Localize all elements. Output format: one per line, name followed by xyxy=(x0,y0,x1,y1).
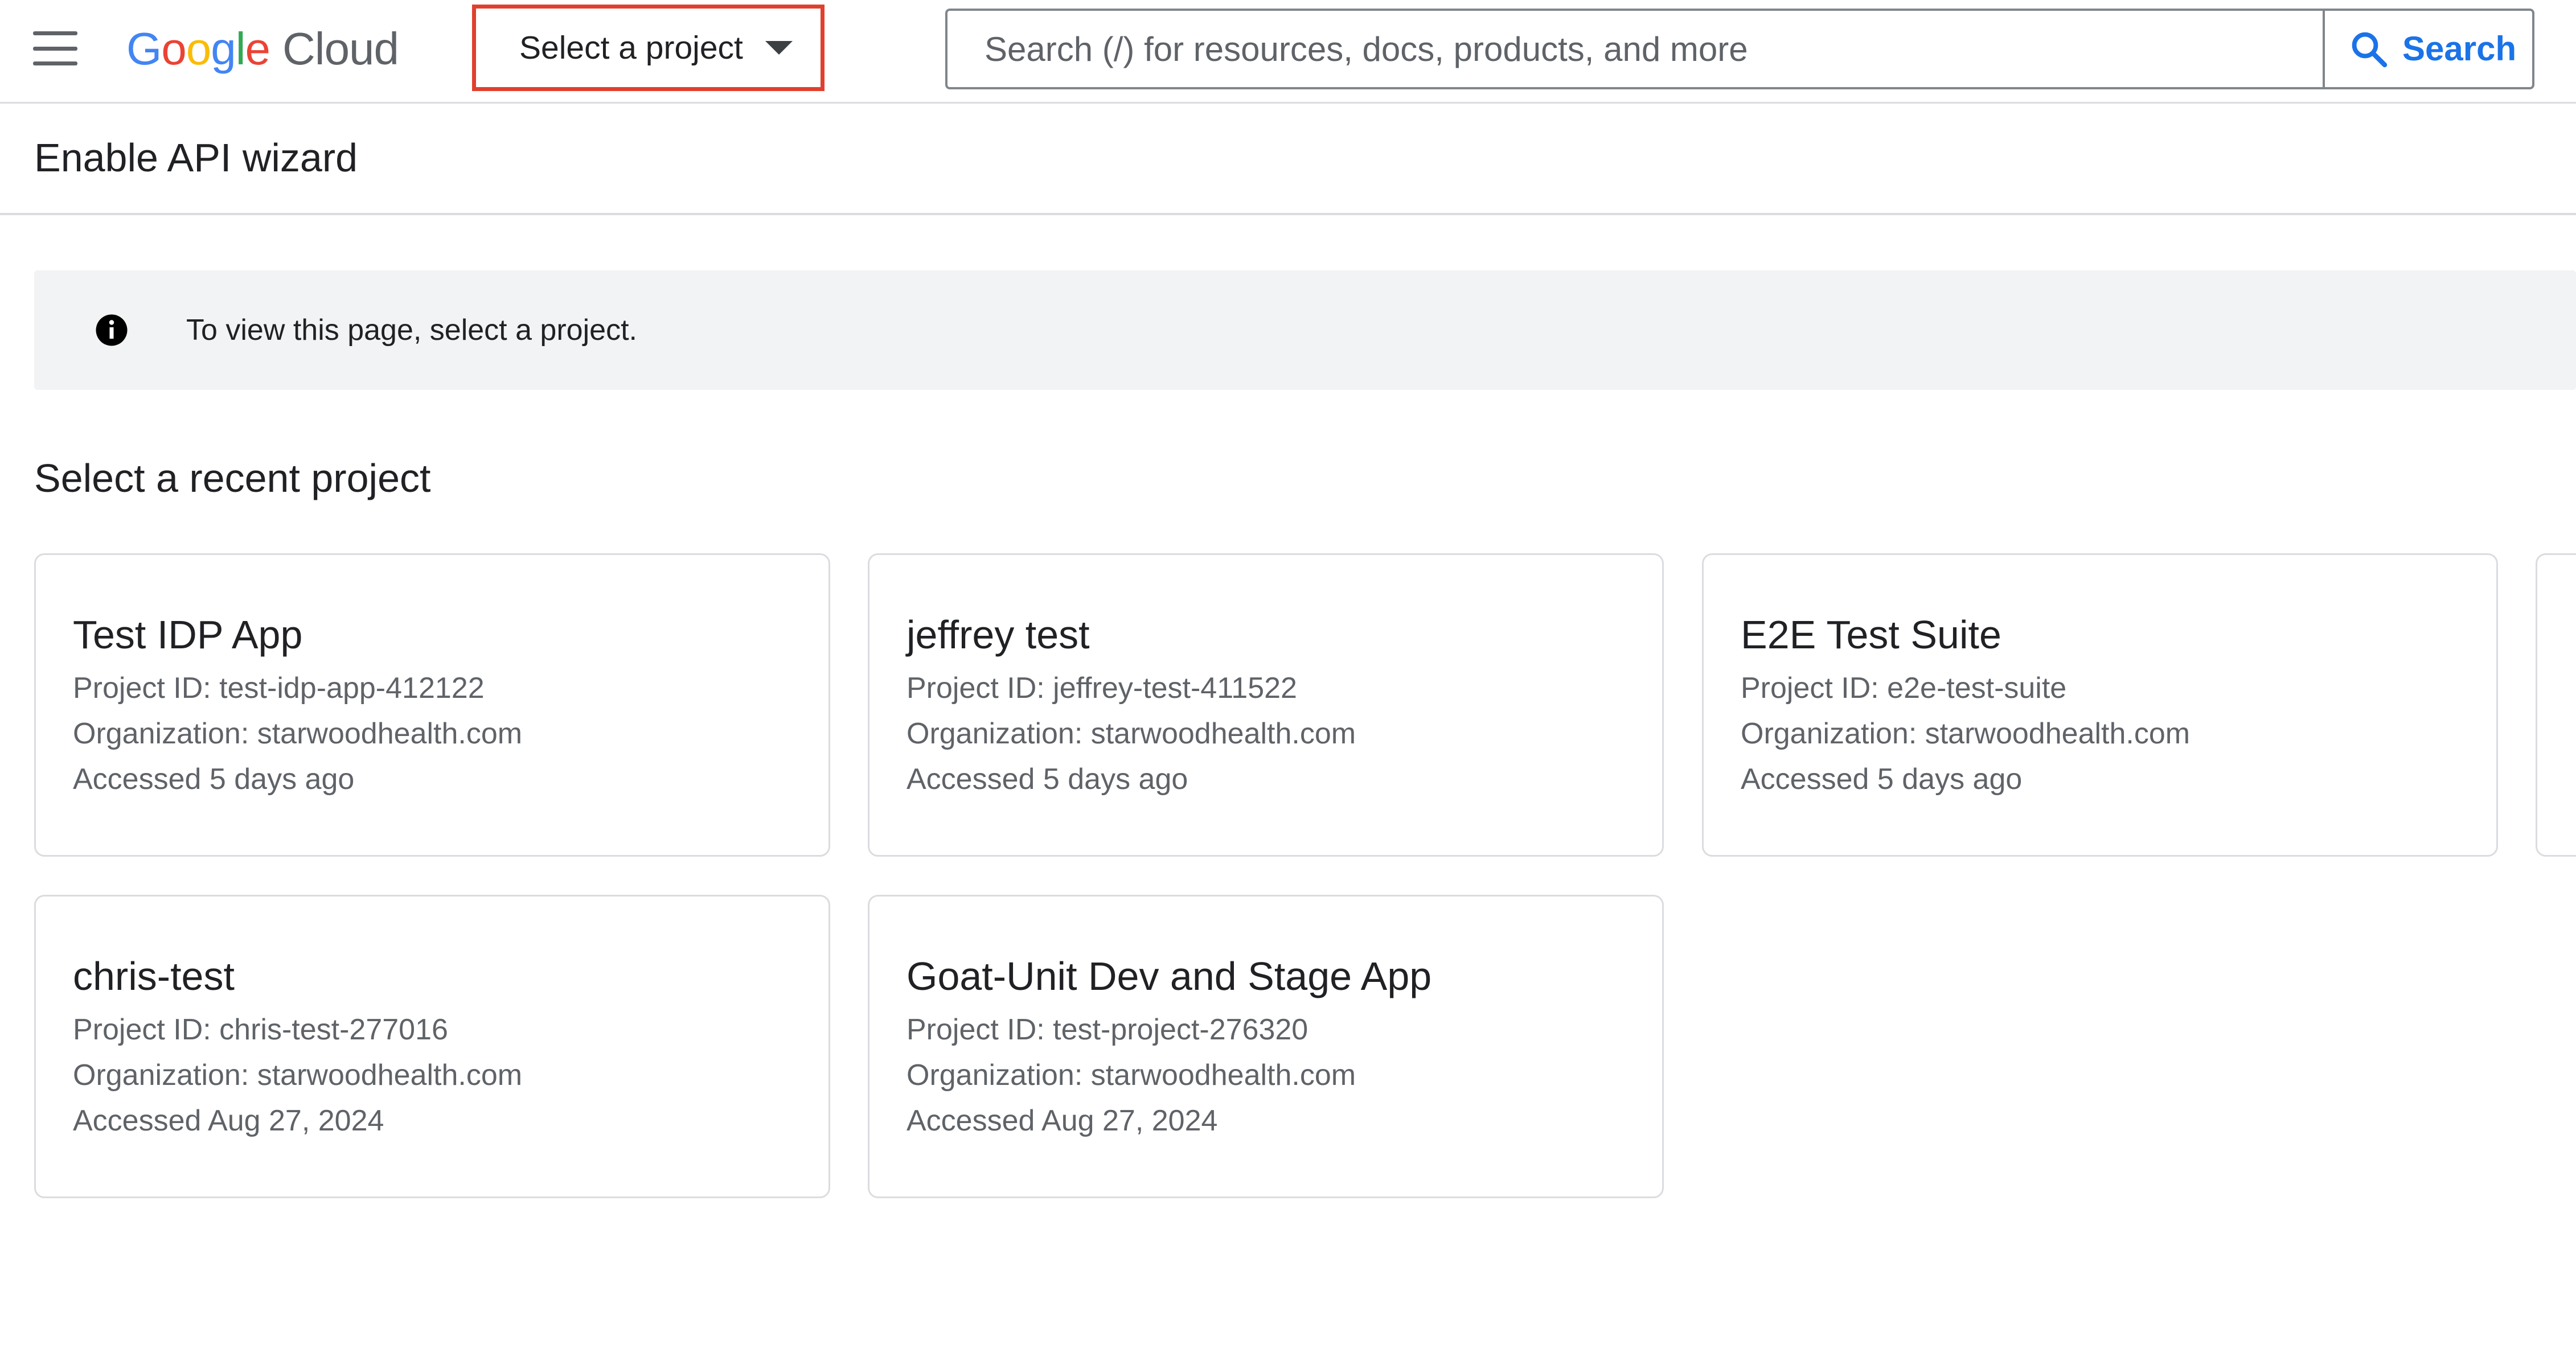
info-banner-text: To view this page, select a project. xyxy=(186,314,637,347)
project-accessed: Accessed Aug 27, 2024 xyxy=(73,1104,384,1137)
search-box: Search xyxy=(945,9,2534,89)
project-card[interactable]: Test IDP App Project ID: test-idp-app-41… xyxy=(34,553,830,857)
project-organization: Organization: starwoodhealth.com xyxy=(1741,717,2191,750)
project-id: Project ID: chris-test-277016 xyxy=(73,1013,448,1046)
page-title: Enable API wizard xyxy=(34,135,358,180)
project-picker-label: Select a project xyxy=(519,30,743,66)
search-button[interactable]: Search xyxy=(2323,11,2532,87)
project-card[interactable]: E2E Test Suite Project ID: e2e-test-suit… xyxy=(1702,553,2498,857)
project-organization: Organization: starwoodhealth.com xyxy=(73,1059,523,1092)
project-id: Project ID: e2e-test-suite xyxy=(1741,672,2067,705)
project-accessed: Accessed Aug 27, 2024 xyxy=(906,1104,1218,1137)
cloud-wordmark: Cloud xyxy=(282,23,399,74)
project-name: jeffrey test xyxy=(906,612,1090,657)
top-bar: Google Cloud Select a project Search xyxy=(0,0,2576,104)
menu-icon[interactable] xyxy=(33,31,77,65)
project-accessed: Accessed 5 days ago xyxy=(906,763,1188,796)
project-id: Project ID: test-project-276320 xyxy=(906,1013,1308,1046)
project-picker-button[interactable]: Select a project xyxy=(472,5,825,91)
project-card-partial[interactable] xyxy=(2536,553,2576,857)
project-name: Test IDP App xyxy=(73,612,303,657)
page-header: Enable API wizard xyxy=(0,104,2576,215)
project-name: chris-test xyxy=(73,954,235,998)
project-organization: Organization: starwoodhealth.com xyxy=(73,717,523,750)
project-accessed: Accessed 5 days ago xyxy=(73,763,355,796)
info-banner: To view this page, select a project. xyxy=(34,270,2576,390)
project-card[interactable]: chris-test Project ID: chris-test-277016… xyxy=(34,895,830,1198)
project-accessed: Accessed 5 days ago xyxy=(1741,763,2023,796)
project-id: Project ID: jeffrey-test-411522 xyxy=(906,672,1297,705)
project-card[interactable]: jeffrey test Project ID: jeffrey-test-41… xyxy=(868,553,1664,857)
search-button-label: Search xyxy=(2402,30,2517,68)
caret-down-icon xyxy=(765,41,793,55)
search-icon xyxy=(2352,32,2388,68)
info-icon xyxy=(96,314,128,346)
project-organization: Organization: starwoodhealth.com xyxy=(906,717,1356,750)
project-card[interactable]: Goat-Unit Dev and Stage App Project ID: … xyxy=(868,895,1664,1198)
project-name: Goat-Unit Dev and Stage App xyxy=(906,954,1432,998)
project-organization: Organization: starwoodhealth.com xyxy=(906,1059,1356,1092)
project-id: Project ID: test-idp-app-412122 xyxy=(73,672,485,705)
recent-projects-title: Select a recent project xyxy=(34,456,431,500)
google-cloud-logo[interactable]: Google Cloud xyxy=(126,20,399,77)
project-name: E2E Test Suite xyxy=(1741,612,2001,657)
google-wordmark: Google xyxy=(126,23,270,74)
search-input[interactable] xyxy=(947,11,2323,87)
